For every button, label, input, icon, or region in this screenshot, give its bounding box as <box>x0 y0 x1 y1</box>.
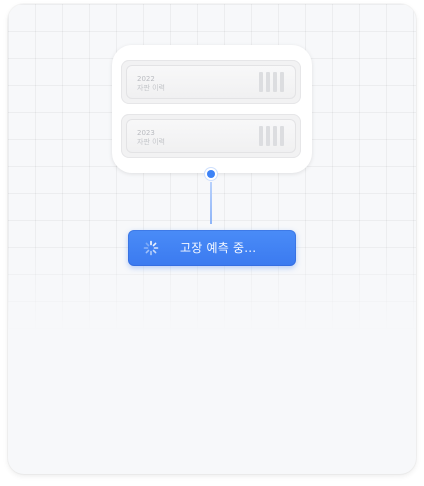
vent-bar <box>259 126 263 146</box>
connector-line <box>210 182 212 224</box>
vent-bar <box>280 72 284 92</box>
vent-bar <box>273 126 277 146</box>
vent-bars <box>259 126 284 146</box>
vent-bar <box>280 126 284 146</box>
server-unit-2022[interactable]: 2022 자판 이력 <box>121 60 301 104</box>
server-rack: 2022 자판 이력 2023 자판 이력 <box>112 45 312 173</box>
server-year: 2022 <box>137 75 155 83</box>
vent-bar <box>266 72 270 92</box>
predict-button-label: 고장 예측 중... <box>180 241 257 255</box>
vent-bar <box>266 126 270 146</box>
server-unit-face: 2022 자판 이력 <box>126 65 296 99</box>
predict-failure-button[interactable]: 고장 예측 중... <box>128 230 296 266</box>
server-name: 자판 이력 <box>137 138 165 146</box>
vent-bars <box>259 72 284 92</box>
vent-bar <box>259 72 263 92</box>
loading-spinner-icon <box>143 240 159 256</box>
server-unit-face: 2023 자판 이력 <box>126 119 296 153</box>
connection-node <box>207 170 215 178</box>
server-year: 2023 <box>137 129 155 137</box>
server-unit-2023[interactable]: 2023 자판 이력 <box>121 114 301 158</box>
server-name: 자판 이력 <box>137 84 165 92</box>
canvas-panel: 2022 자판 이력 2023 자판 이력 고장 예측 중... <box>8 4 416 474</box>
vent-bar <box>273 72 277 92</box>
